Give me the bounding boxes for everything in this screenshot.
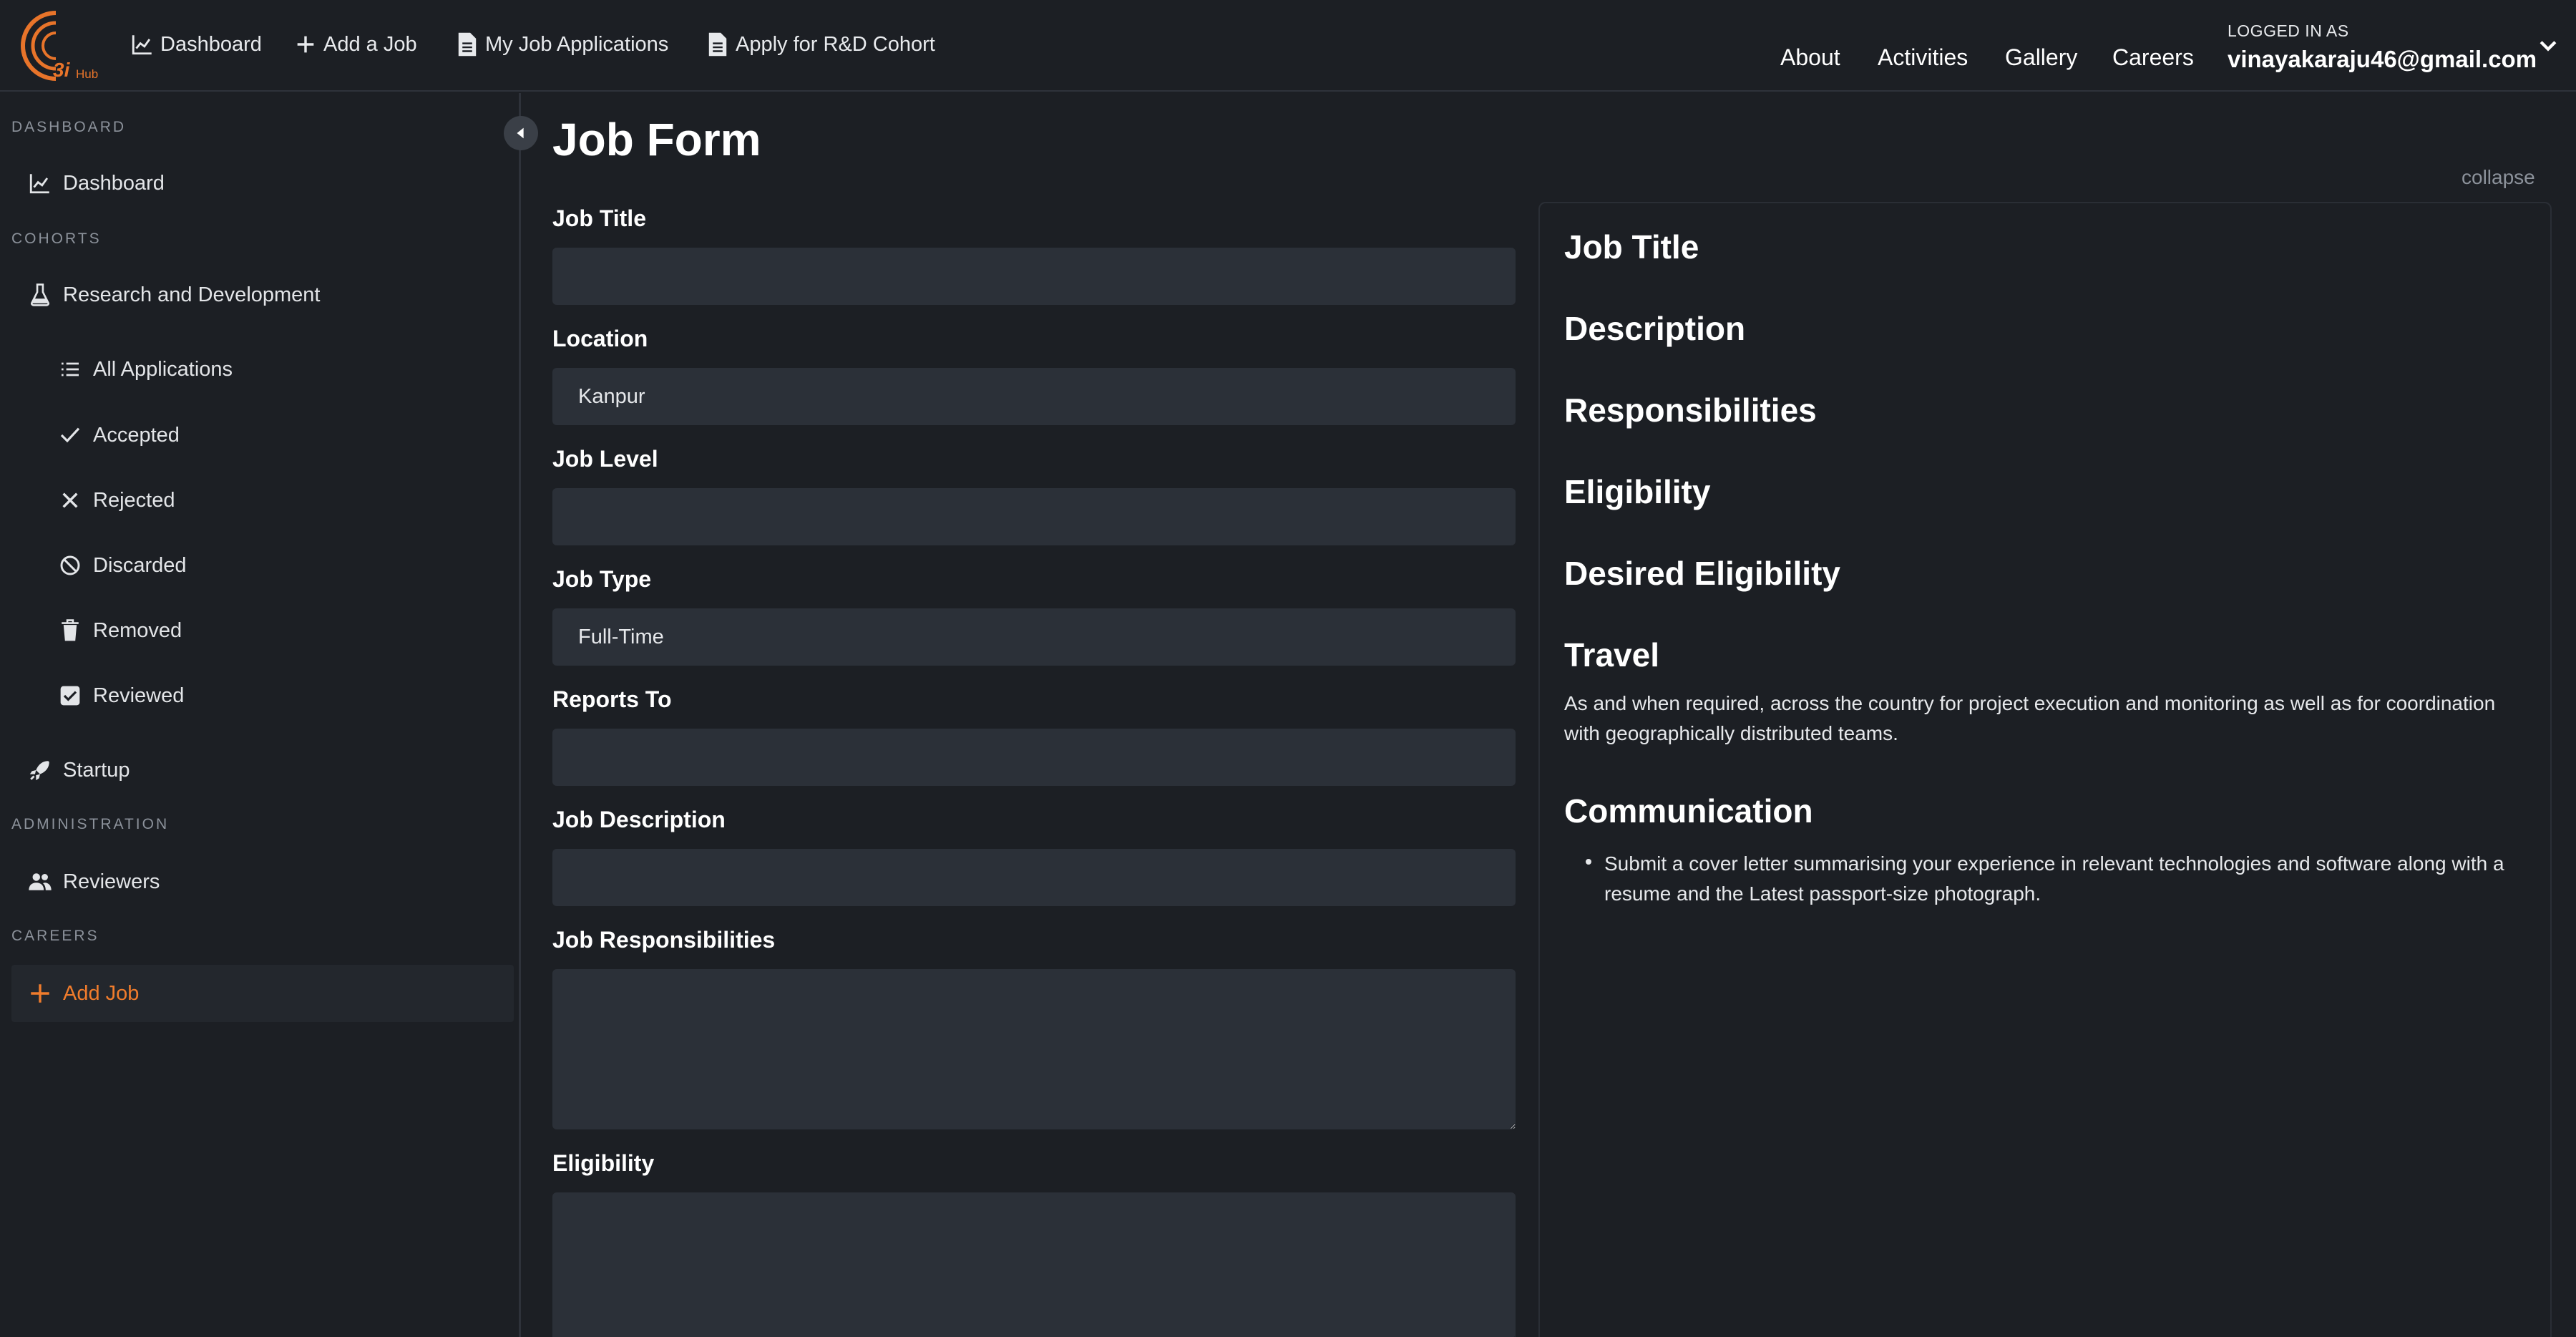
job-preview-panel [1538,202,2552,1337]
job-responsibilities-label: Job Responsibilities [552,927,776,953]
job-type-input[interactable] [552,608,1516,666]
eligibility-textarea[interactable] [552,1192,1516,1337]
location-label: Location [552,326,648,351]
preview-travel-text: As and when required, across the country… [1564,692,2496,744]
nav-about[interactable]: About [1780,44,1840,71]
sidebar-item-label: All Applications [93,357,233,381]
sidebar-item-label: Reviewed [93,684,185,707]
nav-careers[interactable]: Careers [2112,44,2194,71]
job-description-label: Job Description [552,807,726,832]
sidebar-collapse-button[interactable] [504,116,538,150]
job-title-input[interactable] [552,248,1516,305]
sidebar-item-add-job[interactable]: Add Job [11,965,514,1022]
sidebar-section-dashboard: DASHBOARD [11,119,127,135]
sidebar-item-label: Rejected [93,488,175,512]
list-bullet [1586,859,1591,865]
sidebar-item-removed[interactable]: Removed [57,602,182,659]
preview-responsibilities-heading: Responsibilities [1564,392,1817,429]
nav-apply-cohort[interactable]: Apply for R&D Cohort [706,27,935,62]
nav-dashboard[interactable]: Dashboard [130,27,262,62]
reports-to-input[interactable] [552,729,1516,786]
plus-icon [297,36,314,53]
logo-subtext: Hub [76,67,99,81]
close-icon [62,492,78,508]
sidebar-item-label: Add Job [63,981,140,1005]
job-level-input[interactable] [552,488,1516,545]
top-navbar: 3i Hub Dashboard Add a Job My Job Applic… [0,0,2576,92]
rocket-icon [29,761,49,781]
sidebar-item-label: Discarded [93,553,187,577]
document-icon [708,32,727,57]
sidebar-item-label: Removed [93,618,182,642]
nav-my-applications-label: My Job Applications [485,32,669,56]
sidebar-item-label: Reviewers [63,870,160,893]
job-title-label: Job Title [552,205,646,231]
job-type-label: Job Type [552,566,652,592]
preview-job-title: Job Title [1564,228,1699,266]
document-icon [458,32,477,57]
nav-gallery[interactable]: Gallery [2005,44,2077,71]
sidebar-item-label: Startup [63,758,130,782]
flask-icon [30,283,50,306]
sidebar-item-label: Dashboard [63,171,165,195]
sidebar-item-startup[interactable]: Startup [27,742,130,799]
sidebar-item-dashboard[interactable]: Dashboard [27,155,165,212]
nav-add-job-label: Add a Job [323,32,417,56]
sidebar-item-rejected[interactable]: Rejected [57,472,175,529]
sidebar-section-careers: CAREERS [11,928,99,944]
preview-desired-eligibility-heading: Desired Eligibility [1564,555,1840,592]
preview-communication-item: Submit a cover letter summarising your e… [1604,852,2504,905]
sidebar-item-label: Accepted [93,423,180,447]
reports-to-label: Reports To [552,686,672,712]
page-title: Job Form [552,114,761,165]
preview-communication-heading: Communication [1564,792,1813,830]
sidebar-section-cohorts: COHORTS [11,230,102,247]
nav-apply-cohort-label: Apply for R&D Cohort [736,32,935,56]
nav-dashboard-label: Dashboard [160,32,262,56]
job-level-label: Job Level [552,446,658,472]
chevron-down-icon[interactable] [2536,33,2560,57]
sidebar-item-accepted[interactable]: Accepted [57,407,180,464]
list-icon [62,362,79,376]
logged-in-label: LOGGED IN AS [2228,21,2349,40]
job-description-input[interactable] [552,849,1516,906]
nav-activities[interactable]: Activities [1878,44,1968,71]
sidebar-item-discarded[interactable]: Discarded [57,537,187,594]
check-icon [60,427,80,443]
plus-icon [31,984,49,1003]
eligibility-label: Eligibility [552,1150,655,1176]
sidebar-item-label: Research and Development [63,283,321,306]
users-icon [29,873,52,890]
sidebar-section-administration: ADMINISTRATION [11,816,170,832]
location-input[interactable] [552,368,1516,425]
chart-line-icon [29,174,49,194]
chart-line-icon [132,35,152,55]
sidebar-item-research[interactable]: Research and Development [27,266,320,324]
brand-logo[interactable]: 3i Hub [11,7,104,84]
sidebar-item-reviewed[interactable]: Reviewed [57,667,184,724]
nav-my-applications[interactable]: My Job Applications [455,27,668,62]
sidebar-item-reviewers[interactable]: Reviewers [27,853,160,910]
preview-travel-heading: Travel [1564,636,1659,674]
trash-icon [62,619,79,641]
user-email[interactable]: vinayakaraju46@gmail.com [2228,46,2537,73]
sidebar-item-all-applications[interactable]: All Applications [57,341,233,398]
checkbox-checked-icon [60,686,80,706]
caret-left-icon [517,127,524,139]
job-responsibilities-textarea[interactable] [552,969,1516,1129]
preview-collapse-link[interactable]: collapse [2462,166,2535,189]
ban-icon [60,555,80,575]
logo-text: 3i [53,59,70,81]
nav-add-job[interactable]: Add a Job [293,27,417,62]
preview-description-heading: Description [1564,310,1746,347]
preview-eligibility-heading: Eligibility [1564,473,1711,510]
